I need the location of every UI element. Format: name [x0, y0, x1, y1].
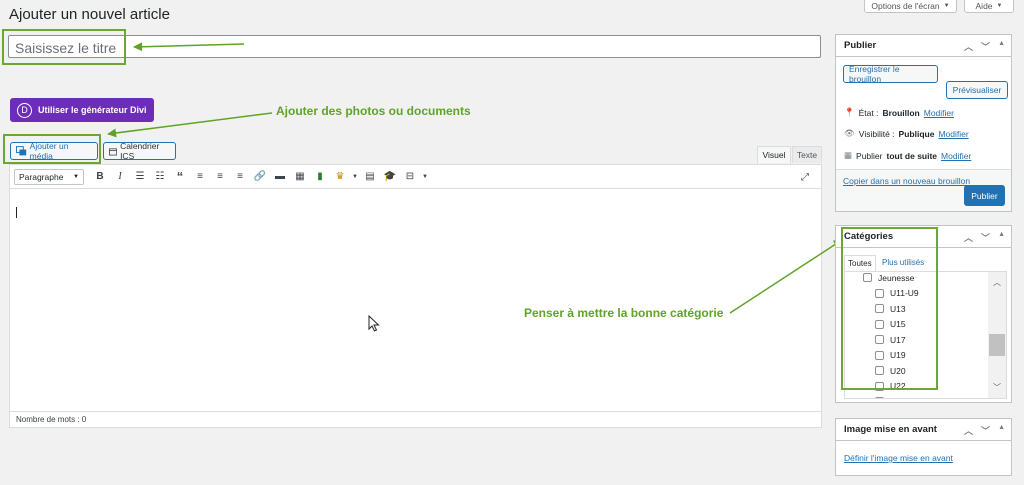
divi-logo-icon: D — [17, 102, 32, 118]
chevron-down-icon: ▼ — [73, 173, 79, 180]
tab-text[interactable]: Texte — [792, 146, 822, 163]
calendar-ics-label: Calendrier ICS — [120, 141, 160, 161]
status-value: Brouillon — [882, 107, 920, 118]
categories-scrollbar[interactable]: ︿ ﹀ — [988, 272, 1006, 398]
help-button[interactable]: Aide ▼ — [964, 0, 1014, 13]
copy-draft-link[interactable]: Copier dans un nouveau brouillon — [843, 176, 970, 186]
visibility-label: Visibilité : — [858, 128, 895, 139]
numbered-list-icon[interactable]: ☷ — [150, 167, 170, 187]
publish-box-header: Publier ︿ ﹀ ▲ — [836, 35, 1011, 57]
screen-options-button[interactable]: Options de l'écran ▼ — [864, 0, 957, 13]
link-icon[interactable]: 🔗 — [250, 167, 270, 187]
categories-highlight-box — [841, 227, 938, 390]
calendar-icon: ▦ — [844, 150, 853, 160]
annotation-category: Penser à mettre la bonne catégorie — [524, 306, 724, 320]
calendar-ics-button[interactable]: Calendrier ICS — [103, 141, 176, 161]
screen-options-label: Options de l'écran — [871, 0, 940, 11]
featured-image-box: Image mise en avant ︿ ﹀ ▲ Définir l'imag… — [835, 418, 1012, 476]
set-featured-image-link[interactable]: Définir l'image mise en avant — [844, 453, 953, 463]
collapse-triangle-icon[interactable]: ▲ — [998, 40, 1005, 53]
help-label: Aide — [975, 0, 993, 11]
category-item[interactable]: U9 — [875, 394, 919, 398]
featured-image-header: Image mise en avant ︿ ﹀ ▲ — [836, 419, 1011, 441]
format-select-value: Paragraphe — [19, 171, 64, 182]
calendar-toolbar-icon[interactable]: ▤ — [360, 167, 380, 187]
chevron-down-icon[interactable]: ▼ — [420, 167, 430, 187]
mouse-pointer-icon — [368, 315, 380, 332]
publish-button[interactable]: Publier — [964, 185, 1005, 206]
shortcode-icon[interactable]: ⊟ — [400, 167, 420, 187]
visibility-edit-link[interactable]: Modifier — [938, 129, 968, 139]
bullet-list-icon[interactable]: ☰ — [130, 167, 150, 187]
content-editor[interactable]: Paragraphe ▼ B I ☰ ☷ “ ≡ ≡ ≡ 🔗 ▬ ▦ ▮ ♛ ▼… — [9, 164, 822, 428]
word-count: Nombre de mots : 0 — [10, 411, 821, 427]
visibility-row: 👁 Visibilité : Publique Modifier — [844, 128, 969, 139]
film-icon[interactable]: ▮ — [310, 167, 330, 187]
publish-actions: Copier dans un nouveau brouillon Publier — [836, 169, 1011, 211]
scroll-down-icon[interactable]: ﹀ — [993, 382, 1001, 393]
caret-down-icon: ▼ — [996, 2, 1003, 9]
featured-image-title: Image mise en avant — [844, 424, 937, 435]
chevron-up-icon[interactable]: ︿ — [964, 231, 973, 244]
format-select[interactable]: Paragraphe ▼ — [14, 168, 84, 185]
publish-box-title: Publier — [844, 40, 877, 51]
schedule-row: ▦ Publier tout de suite Modifier — [844, 150, 971, 161]
italic-icon[interactable]: I — [110, 167, 130, 187]
tab-visual[interactable]: Visuel — [757, 146, 791, 163]
preview-button[interactable]: Prévisualiser — [946, 81, 1008, 99]
chevron-down-icon[interactable]: ﹀ — [981, 231, 990, 244]
align-right-icon[interactable]: ≡ — [230, 167, 250, 187]
scrollbar-thumb[interactable] — [989, 334, 1005, 356]
status-edit-link[interactable]: Modifier — [924, 108, 954, 118]
align-left-icon[interactable]: ≡ — [190, 167, 210, 187]
collapse-triangle-icon[interactable]: ▲ — [998, 231, 1005, 244]
collapse-triangle-icon[interactable]: ▲ — [998, 424, 1005, 437]
eye-icon: 👁 — [844, 128, 855, 138]
blockquote-icon[interactable]: “ — [170, 167, 190, 187]
chevron-up-icon[interactable]: ︿ — [964, 424, 973, 437]
status-row: 📍 État : Brouillon Modifier — [844, 107, 954, 118]
chevron-down-icon[interactable]: ▼ — [350, 167, 360, 187]
trophy-icon[interactable]: ♛ — [330, 167, 350, 187]
scroll-up-icon[interactable]: ︿ — [993, 277, 1001, 288]
title-field[interactable]: Saisissez le titre — [8, 35, 821, 58]
title-highlight-box — [2, 29, 126, 65]
text-cursor — [16, 207, 17, 218]
align-center-icon[interactable]: ≡ — [210, 167, 230, 187]
pin-icon: 📍 — [844, 107, 855, 117]
calendar-icon — [109, 147, 118, 156]
read-more-icon[interactable]: ▬ — [270, 167, 290, 187]
divi-builder-button[interactable]: D Utiliser le générateur Divi — [10, 98, 154, 122]
graduation-cap-icon[interactable]: 🎓 — [380, 167, 400, 187]
visibility-value: Publique — [898, 128, 935, 139]
divi-builder-label: Utiliser le générateur Divi — [38, 105, 147, 115]
keyboard-icon[interactable]: ▦ — [290, 167, 310, 187]
publish-value: tout de suite — [886, 150, 938, 161]
schedule-edit-link[interactable]: Modifier — [941, 151, 971, 161]
media-highlight-box — [3, 134, 101, 164]
save-draft-button[interactable]: Enregistrer le brouillon — [843, 64, 938, 84]
status-label: État : — [858, 107, 879, 118]
page-title: Ajouter un nouvel article — [9, 6, 170, 23]
publish-label: Publier — [856, 150, 883, 161]
publish-box: Publier ︿ ﹀ ▲ Enregistrer le brouillon P… — [835, 34, 1012, 212]
annotation-photos: Ajouter des photos ou documents — [276, 104, 471, 118]
chevron-down-icon[interactable]: ﹀ — [981, 424, 990, 437]
category-label: U9 — [890, 397, 901, 398]
fullscreen-icon[interactable]: ⤢ — [795, 167, 815, 187]
editor-toolbar: Paragraphe ▼ B I ☰ ☷ “ ≡ ≡ ≡ 🔗 ▬ ▦ ▮ ♛ ▼… — [10, 165, 821, 189]
chevron-down-icon[interactable]: ﹀ — [981, 40, 990, 53]
chevron-up-icon[interactable]: ︿ — [964, 40, 973, 53]
caret-down-icon: ▼ — [943, 2, 950, 9]
bold-icon[interactable]: B — [90, 167, 110, 187]
category-checkbox[interactable] — [875, 397, 884, 398]
